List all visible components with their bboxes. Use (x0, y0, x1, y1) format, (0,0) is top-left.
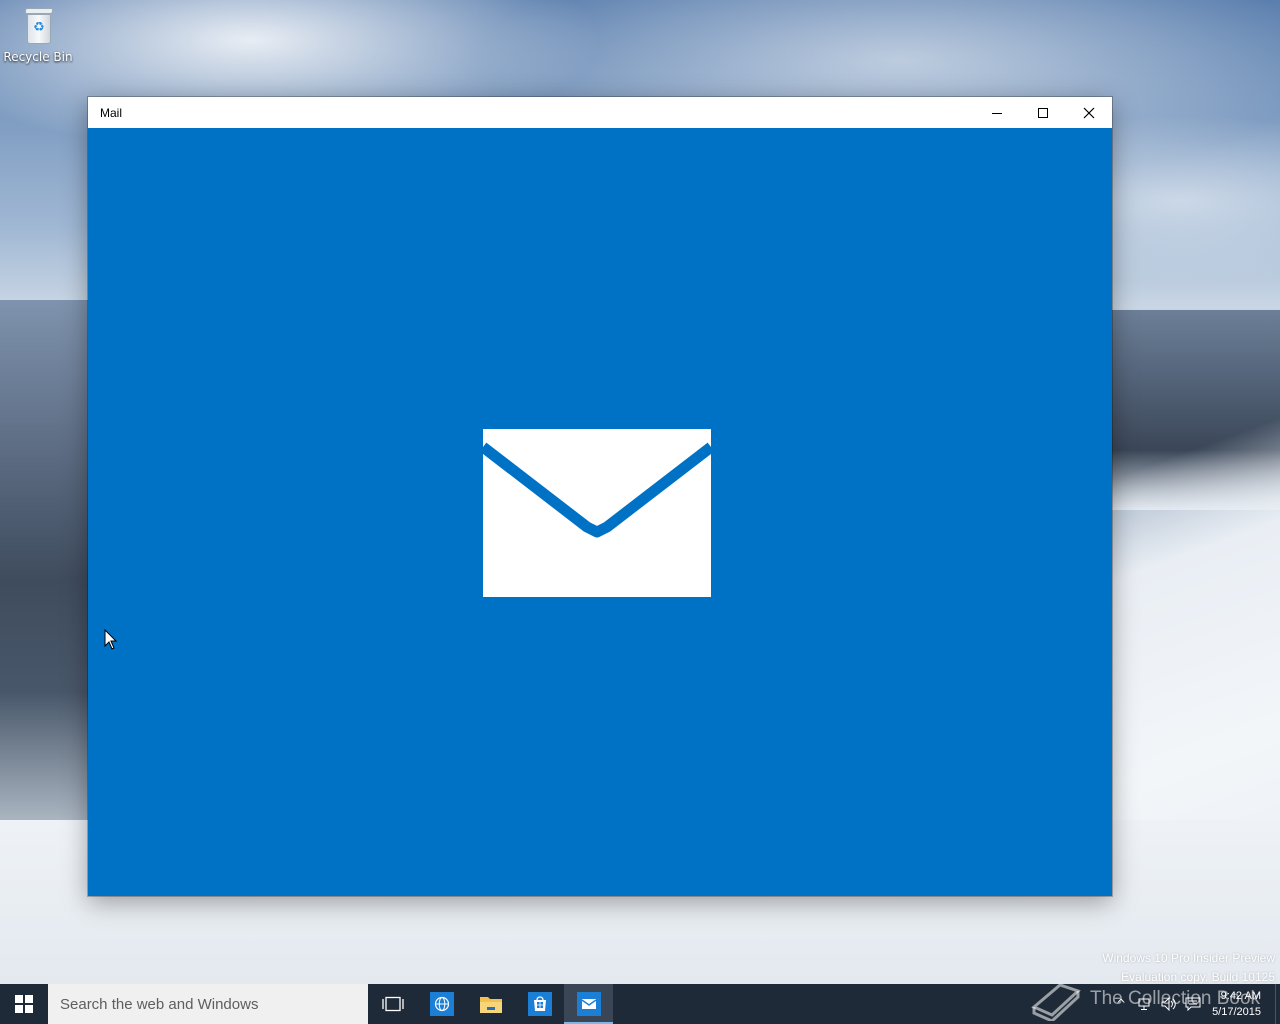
taskbar-browser-button[interactable] (417, 984, 466, 1024)
taskbar-search-box[interactable]: Search the web and Windows (48, 984, 368, 1024)
action-center-icon (1185, 997, 1201, 1011)
folder-icon (479, 997, 502, 1013)
mail-icon (576, 992, 601, 1016)
window-titlebar[interactable]: Mail (88, 97, 1112, 128)
mail-splash-screen (88, 128, 1112, 896)
volume-icon (1161, 997, 1176, 1011)
build-watermark: Windows 10 Pro Insider Preview Evaluatio… (1102, 949, 1275, 987)
caption-buttons (974, 97, 1112, 128)
task-view-button[interactable] (368, 984, 417, 1024)
desktop-icon-label: Recycle Bin (3, 50, 73, 64)
mail-window: Mail (88, 97, 1112, 896)
volume-button[interactable] (1157, 984, 1181, 1024)
start-button[interactable] (0, 984, 48, 1024)
desktop-icon-recycle-bin[interactable]: ♻ Recycle Bin (3, 6, 73, 76)
task-view-icon (381, 996, 404, 1012)
store-icon (527, 992, 552, 1016)
action-center-button[interactable] (1181, 984, 1205, 1024)
show-hidden-icons-button[interactable]: ^ (1109, 984, 1133, 1024)
show-hidden-icons-icon: ^ (1115, 997, 1127, 1011)
clock-time: 9:42 AM (1220, 990, 1261, 1002)
minimize-icon (992, 112, 1002, 114)
taskbar-mail-button[interactable] (564, 984, 613, 1024)
taskbar: Search the web and Windows ^ 9:42 AM 5/1… (0, 984, 1280, 1024)
network-button[interactable] (1133, 984, 1157, 1024)
maximize-button[interactable] (1020, 97, 1066, 128)
taskbar-items (368, 984, 613, 1024)
taskbar-store-button[interactable] (515, 984, 564, 1024)
windows-logo-icon (15, 995, 33, 1013)
network-icon (1138, 998, 1150, 1010)
recycle-bin-icon: ♻ (21, 6, 55, 46)
mouse-cursor-icon (104, 629, 118, 650)
taskbar-file-explorer-button[interactable] (466, 984, 515, 1024)
window-title: Mail (100, 105, 123, 120)
close-button[interactable] (1066, 97, 1112, 128)
search-placeholder: Search the web and Windows (60, 995, 259, 1013)
close-icon (1083, 107, 1095, 118)
show-desktop-button[interactable] (1275, 984, 1280, 1024)
watermark-line-1: Windows 10 Pro Insider Preview (1102, 951, 1275, 965)
mail-envelope-icon (483, 429, 711, 597)
minimize-button[interactable] (974, 97, 1020, 128)
clock-date: 5/17/2015 (1212, 1006, 1261, 1018)
taskbar-clock[interactable]: 9:42 AM 5/17/2015 (1205, 988, 1275, 1020)
browser-icon (429, 992, 454, 1016)
system-tray: ^ 9:42 AM 5/17/2015 (1109, 984, 1280, 1024)
maximize-icon (1038, 107, 1048, 118)
